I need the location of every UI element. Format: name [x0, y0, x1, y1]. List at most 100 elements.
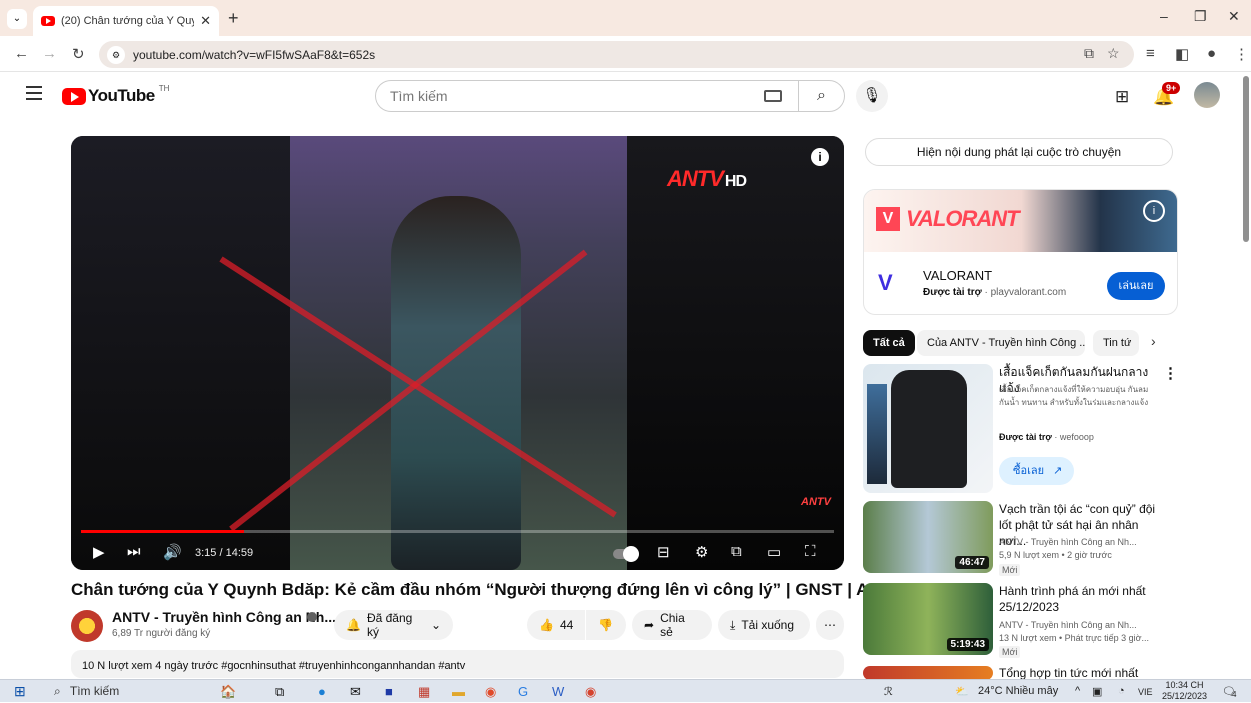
back-icon[interactable]: ←: [14, 45, 29, 62]
chip-all[interactable]: Tất cả: [863, 330, 915, 356]
ad-sponsor-line: Được tài trợ · playvalorant.com: [923, 287, 1067, 298]
ad-play-button[interactable]: เล่นเลย: [1107, 272, 1165, 300]
channel-name[interactable]: ANTV - Truyền hình Công an Nh...: [112, 609, 336, 625]
page-scrollbar[interactable]: [1243, 76, 1249, 242]
task-view-icon[interactable]: ⧉: [275, 684, 284, 700]
fullscreen-icon[interactable]: ⛶: [805, 543, 816, 560]
volume-icon[interactable]: 🔊: [163, 543, 182, 561]
restore-icon[interactable]: ❐: [1194, 8, 1207, 25]
window-close-icon[interactable]: ✕: [1228, 8, 1240, 25]
more-actions-button[interactable]: ⋯: [816, 610, 844, 640]
valorant-ad-card[interactable]: V VALORANT i V VALORANT Được tài trợ · p…: [863, 189, 1178, 315]
file-explorer-icon[interactable]: ▬: [452, 684, 465, 699]
progress-fill: [81, 530, 245, 533]
cast-icon[interactable]: ⧉: [1084, 45, 1094, 62]
jacket-ad-thumbnail[interactable]: [863, 364, 993, 493]
new-tab-icon[interactable]: +: [228, 8, 239, 29]
time-display: 3:15 / 14:59: [195, 547, 254, 559]
word-icon[interactable]: W: [552, 684, 564, 699]
description-box[interactable]: 10 N lượt xem 4 ngày trước #gocnhinsutha…: [71, 650, 844, 678]
language-indicator[interactable]: VIE: [1138, 687, 1153, 697]
share-button[interactable]: ➦ Chia sẻ: [632, 610, 712, 640]
autoplay-toggle[interactable]: [613, 546, 639, 562]
thumbs-down-icon: 👎: [598, 618, 613, 632]
edge-icon[interactable]: ●: [318, 684, 326, 699]
like-button[interactable]: 👍 44: [527, 610, 585, 640]
network-icon[interactable]: ▣: [1092, 685, 1102, 698]
chip-channel[interactable]: Của ANTV - Truyền hình Công ...: [917, 330, 1085, 356]
account-avatar[interactable]: [1194, 82, 1220, 108]
browser-menu-icon[interactable]: ⋮: [1234, 45, 1249, 63]
rec-thumbnail[interactable]: [863, 666, 993, 680]
miniplayer-icon[interactable]: ⧉: [731, 543, 742, 560]
rec-title[interactable]: Hành trình phá án mới nhất 25/12/2023: [999, 583, 1161, 615]
chrome-active-icon[interactable]: ◉: [585, 684, 596, 700]
windows-start-icon[interactable]: ⊞: [14, 683, 26, 700]
logo-country-code: TH: [158, 83, 170, 93]
mail-icon[interactable]: ✉: [350, 684, 361, 700]
side-panel-icon[interactable]: ◧: [1175, 45, 1189, 63]
taskbar-search[interactable]: ⌕ Tìm kiếm: [50, 680, 200, 703]
notification-count-badge: 9+: [1162, 82, 1181, 94]
search-input[interactable]: [376, 81, 764, 111]
create-video-icon[interactable]: ⊞: [1115, 87, 1129, 107]
tab-close-icon[interactable]: ✕: [200, 13, 211, 29]
dislike-button[interactable]: 👎: [586, 610, 626, 640]
youtube-logo[interactable]: YouTube TH: [62, 83, 170, 106]
more-options-icon[interactable]: ⋮: [1163, 364, 1178, 382]
share-icon: ➦: [644, 618, 655, 632]
download-button[interactable]: ⤓ Tải xuống: [718, 610, 810, 640]
tab-title: (20) Chân tướng của Y Quynh B: [61, 15, 194, 27]
theater-mode-icon[interactable]: ▭: [767, 543, 781, 561]
weather-text[interactable]: 24°C Nhiều mây: [978, 685, 1058, 697]
forward-icon[interactable]: →: [42, 45, 57, 62]
chevron-right-icon[interactable]: ›: [1151, 333, 1156, 349]
voice-search-icon[interactable]: 🎙: [856, 80, 888, 112]
profile-icon[interactable]: ●: [1207, 45, 1216, 62]
settings-gear-icon[interactable]: ⚙: [695, 543, 708, 561]
rec-thumbnail[interactable]: 46:47: [863, 501, 993, 573]
progress-bar[interactable]: [81, 530, 834, 533]
guide-menu-icon[interactable]: [26, 86, 42, 104]
rec-channel[interactable]: ANTV - Truyền hình Công an Nh...: [999, 619, 1159, 632]
address-bar[interactable]: ⚙ youtube.com/watch?v=wFI5fwSAaF8&t=652s…: [99, 41, 1134, 68]
search-button[interactable]: ⌕: [798, 81, 844, 111]
tray-chevron-icon[interactable]: ^: [1075, 685, 1080, 697]
google-app-icon[interactable]: G: [518, 684, 528, 699]
chat-replay-button[interactable]: Hiện nội dung phát lại cuộc trò chuyện: [865, 138, 1173, 166]
play-icon[interactable]: ▶: [93, 543, 105, 561]
video-player[interactable]: ANTV HD ANTV i ▶ ⏭ 🔊 3:15 / 14:59 ⊟ ⚙ ⧉ ▭…: [71, 136, 844, 570]
chip-news[interactable]: Tin tứ: [1093, 330, 1139, 356]
volume-tray-icon[interactable]: ◔: [1118, 685, 1125, 697]
taskbar-clock[interactable]: 10:34 CH 25/12/2023: [1162, 680, 1207, 702]
subtitles-icon[interactable]: ⊟: [657, 543, 670, 561]
minimize-icon[interactable]: –: [1160, 8, 1168, 24]
channel-avatar[interactable]: [71, 610, 103, 642]
next-video-icon[interactable]: ⏭: [127, 543, 141, 560]
ad-info-icon[interactable]: i: [1143, 200, 1165, 222]
new-badge: Mới: [999, 564, 1021, 576]
ad-banner[interactable]: V VALORANT i: [864, 190, 1177, 252]
people-icon[interactable]: ℛ: [884, 685, 893, 698]
app-icon[interactable]: ▦: [418, 684, 430, 700]
chrome-icon[interactable]: ◉: [485, 684, 496, 700]
bookmark-star-icon[interactable]: ☆: [1107, 45, 1120, 62]
subscriber-count: 6,89 Tr người đăng ký: [112, 628, 211, 639]
video-title: Chân tướng của Y Quynh Bdăp: Kẻ cầm đầu …: [71, 580, 903, 599]
tab-search-dropdown-icon[interactable]: ⌄: [7, 9, 27, 29]
widget-icon[interactable]: 🏠: [220, 684, 236, 700]
rec-title[interactable]: Tổng hợp tin tức mới nhất hôm: [999, 665, 1161, 679]
browser-tab-active[interactable]: (20) Chân tướng của Y Quynh B ✕: [33, 6, 219, 36]
reload-icon[interactable]: ↻: [72, 45, 85, 63]
jacket-ad-sponsor: Được tài trợ · wefooop: [999, 432, 1094, 442]
keyboard-icon[interactable]: [764, 90, 782, 102]
search-icon: ⌕: [54, 684, 61, 698]
reading-list-icon[interactable]: ≡: [1146, 45, 1155, 62]
site-info-icon[interactable]: ⚙: [107, 45, 125, 64]
shop-now-button[interactable]: ซื้อเลย ↗: [999, 457, 1074, 485]
rec-thumbnail[interactable]: 5:19:43: [863, 583, 993, 655]
photoshop-icon[interactable]: ■: [385, 684, 393, 699]
subscribed-button[interactable]: 🔔 Đã đăng ký ⌄: [334, 610, 453, 640]
rec-channel[interactable]: ANTV - Truyền hình Công an Nh...: [999, 536, 1159, 549]
video-info-icon[interactable]: i: [811, 148, 829, 166]
